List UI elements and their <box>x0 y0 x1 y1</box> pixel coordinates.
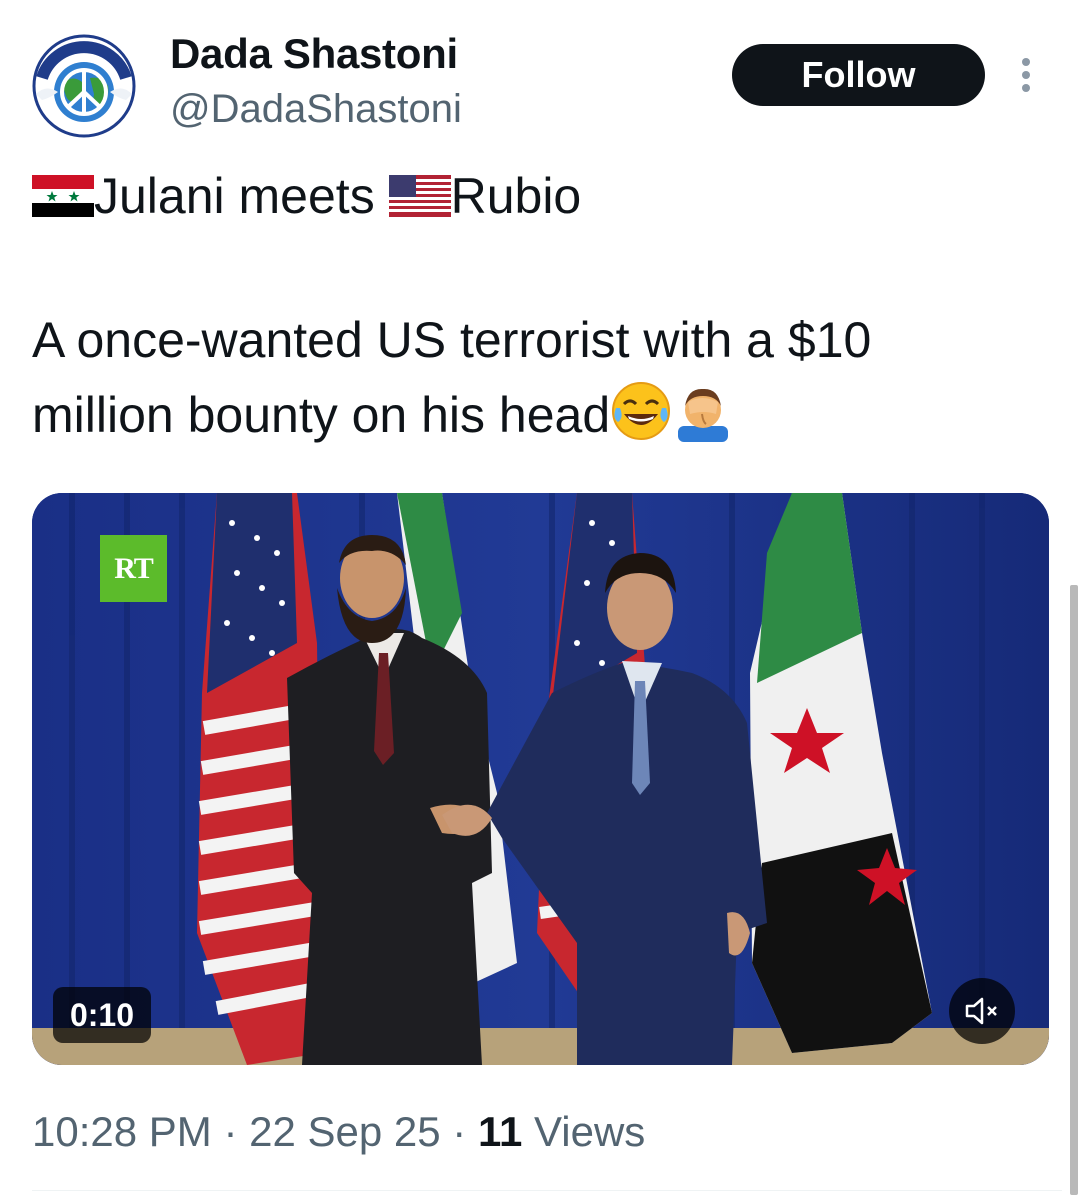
views-count[interactable]: 11 <box>478 1108 522 1155</box>
speaker-muted-icon <box>965 997 997 1025</box>
mute-toggle-button[interactable] <box>949 978 1015 1044</box>
tweet-meta: 10:28 PM · 22 Sep 25 · 11 Views <box>32 1106 645 1158</box>
peace-globe-avatar-icon <box>32 34 136 138</box>
avatar[interactable] <box>32 34 136 138</box>
scrollbar[interactable] <box>1070 585 1078 1195</box>
tweet-text-line-1: Julani meets Rubio <box>32 164 581 228</box>
tweet-date[interactable]: 22 Sep 25 <box>249 1108 441 1155</box>
divider <box>32 1190 1062 1191</box>
rt-watermark-logo: RT <box>100 535 167 602</box>
follow-button[interactable]: Follow <box>732 44 985 106</box>
meta-separator: · <box>211 1108 250 1155</box>
tweet-time[interactable]: 10:28 PM <box>32 1108 212 1155</box>
facepalm-emoji-icon <box>678 388 729 442</box>
video-duration: 0:10 <box>53 987 151 1043</box>
views-label[interactable]: Views <box>522 1108 645 1155</box>
more-vertical-icon <box>1022 58 1030 92</box>
author-name[interactable]: Dada Shastoni <box>170 30 458 78</box>
tweet-text-1a: Julani meets <box>94 168 389 224</box>
tweet-text-1b: Rubio <box>450 168 582 224</box>
author-handle[interactable]: @DadaShastoni <box>170 86 462 132</box>
video-player[interactable] <box>32 493 1049 1065</box>
video-thumbnail <box>32 493 1049 1065</box>
syria-flag-icon <box>32 175 94 217</box>
tears-of-joy-emoji-icon <box>612 382 671 440</box>
tweet-text-3: million bounty on his head <box>32 387 611 443</box>
more-options-button[interactable] <box>1014 55 1038 99</box>
usa-flag-icon <box>388 175 451 217</box>
tweet-text-line-2: A once-wanted US terrorist with a $10 <box>32 312 872 368</box>
meta-separator: · <box>440 1108 478 1155</box>
tweet-text-line-3: million bounty on his head <box>32 380 734 447</box>
